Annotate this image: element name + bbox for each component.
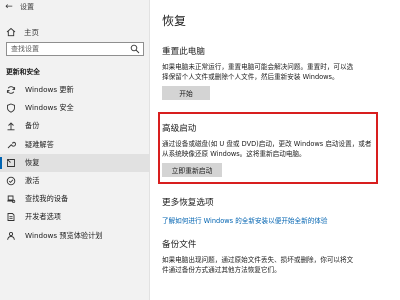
developer-icon [6, 212, 16, 222]
app-title: 设置 [20, 3, 34, 11]
home-label: 主页 [24, 27, 39, 37]
sidebar-item-recovery[interactable]: 恢复 [0, 153, 150, 172]
sidebar-item-backup[interactable]: 备份 [0, 117, 150, 135]
sidebar-item-label: Windows 预览体验计划 [25, 230, 103, 240]
reset-heading: 重置此电脑 [162, 47, 205, 57]
find-device-icon [6, 194, 16, 204]
home-icon [6, 27, 16, 37]
sidebar-item-label: 疑难解答 [25, 139, 54, 149]
sidebar: ← 设置 主页 更新和安全 Windows 更新 Windows 安全 [0, 0, 150, 300]
backup-files-heading: 备份文件 [162, 240, 197, 250]
title-bar: ← 设置 [0, 0, 150, 14]
backup-description-line2: 件通过备份方式通过其他方法恢复它们。 [162, 266, 281, 274]
recovery-icon [6, 158, 16, 168]
sidebar-nav: Windows 更新 Windows 安全 备份 疑难解答 恢复 激活 查找我的… [0, 81, 150, 245]
sidebar-item-activation[interactable]: 激活 [0, 172, 150, 190]
check-circle-icon [6, 176, 16, 186]
backup-icon [6, 121, 16, 131]
sidebar-item-label: 开发者选项 [25, 212, 61, 222]
home-link[interactable]: 主页 [6, 26, 39, 38]
reset-start-button[interactable]: 开始 [162, 86, 210, 100]
search-input[interactable] [7, 45, 130, 53]
shield-icon [6, 103, 16, 113]
sidebar-item-label: 恢复 [25, 157, 40, 167]
advanced-startup-highlight [158, 112, 378, 184]
search-icon[interactable] [130, 44, 140, 54]
section-label: 更新和安全 [6, 68, 40, 76]
sidebar-item-developer[interactable]: 开发者选项 [0, 208, 150, 226]
reset-description-line2: 择保留个人文件或删除个人文件，然后重新安装 Windows。 [162, 73, 339, 81]
backup-description-line1: 如果电脑出现问题，通过原始文件丢失、损坏或删除，你可以将文 [162, 256, 354, 264]
sidebar-item-windows-update[interactable]: Windows 更新 [0, 81, 150, 99]
more-recovery-heading: 更多恢复选项 [162, 198, 214, 208]
sidebar-item-label: Windows 更新 [25, 85, 74, 95]
search-box [6, 42, 144, 56]
sync-icon [6, 85, 16, 95]
sidebar-item-label: 查找我的设备 [25, 194, 69, 204]
sidebar-item-troubleshoot[interactable]: 疑难解答 [0, 136, 150, 154]
sidebar-item-label: 备份 [25, 121, 40, 131]
fresh-install-link[interactable]: 了解如何进行 Windows 的全新安装以便开始全新的体验 [162, 215, 328, 225]
sidebar-item-windows-security[interactable]: Windows 安全 [0, 99, 150, 117]
reset-description-line1: 如果电脑未正常运行，重置电脑可能会解决问题。重置时，可以选 [162, 63, 354, 71]
sidebar-item-find-my-device[interactable]: 查找我的设备 [0, 190, 150, 208]
wrench-icon [6, 140, 16, 150]
sidebar-item-insider[interactable]: Windows 预览体验计划 [0, 227, 150, 245]
sidebar-item-label: 激活 [25, 176, 40, 186]
page-title: 恢复 [162, 14, 187, 28]
sidebar-item-label: Windows 安全 [25, 103, 74, 113]
insider-icon [6, 231, 16, 241]
back-arrow-icon[interactable]: ← [4, 2, 14, 12]
